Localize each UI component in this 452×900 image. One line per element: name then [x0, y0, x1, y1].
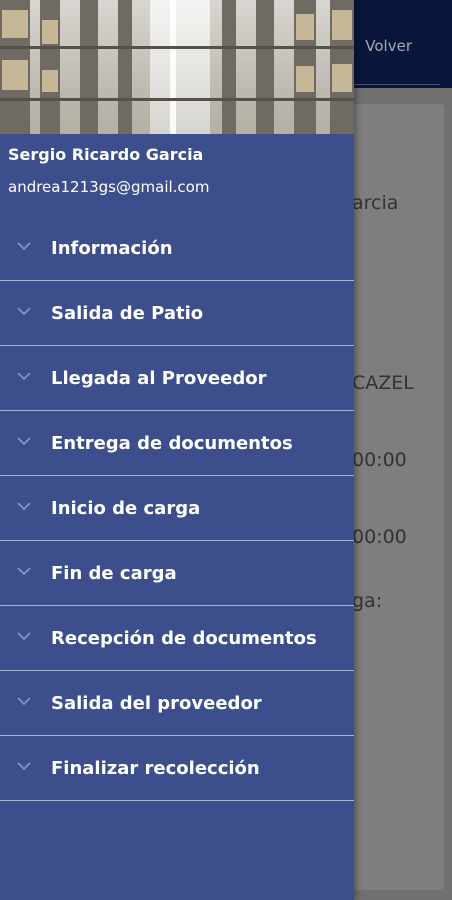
menu-item-label: Inicio de carga — [51, 497, 201, 519]
chevron-down-icon — [17, 567, 31, 576]
user-name: Sergio Ricardo Garcia — [8, 145, 204, 164]
chevron-down-icon — [17, 502, 31, 511]
chevron-down-icon — [17, 437, 31, 446]
menu-item-label: Entrega de documentos — [51, 432, 293, 454]
navigation-drawer: Sergio Ricardo Garcia andrea1213gs@gmail… — [0, 0, 354, 900]
chevron-down-icon — [17, 762, 31, 771]
user-email: andrea1213gs@gmail.com — [8, 178, 210, 196]
menu-item-label: Salida del proveedor — [51, 692, 262, 714]
menu-item-label: Recepción de documentos — [51, 627, 317, 649]
chevron-down-icon — [17, 372, 31, 381]
menu-item-label: Finalizar recolección — [51, 757, 260, 779]
drawer-menu: Información Salida de Patio Llegada al P… — [0, 216, 354, 801]
menu-item-inicio-de-carga[interactable]: Inicio de carga — [0, 476, 354, 541]
menu-item-label: Fin de carga — [51, 562, 177, 584]
menu-item-fin-de-carga[interactable]: Fin de carga — [0, 541, 354, 606]
chevron-down-icon — [17, 242, 31, 251]
menu-item-label: Información — [51, 237, 173, 259]
menu-item-salida-del-proveedor[interactable]: Salida del proveedor — [0, 671, 354, 736]
chevron-down-icon — [17, 697, 31, 706]
menu-item-recepcion-de-documentos[interactable]: Recepción de documentos — [0, 606, 354, 671]
menu-item-llegada-al-proveedor[interactable]: Llegada al Proveedor — [0, 346, 354, 411]
menu-item-label: Salida de Patio — [51, 302, 204, 324]
menu-item-entrega-de-documentos[interactable]: Entrega de documentos — [0, 411, 354, 476]
menu-item-informacion[interactable]: Información — [0, 216, 354, 281]
chevron-down-icon — [17, 632, 31, 641]
menu-item-finalizar-recoleccion[interactable]: Finalizar recolección — [0, 736, 354, 801]
menu-item-label: Llegada al Proveedor — [51, 367, 267, 389]
menu-item-salida-de-patio[interactable]: Salida de Patio — [0, 281, 354, 346]
chevron-down-icon — [17, 307, 31, 316]
